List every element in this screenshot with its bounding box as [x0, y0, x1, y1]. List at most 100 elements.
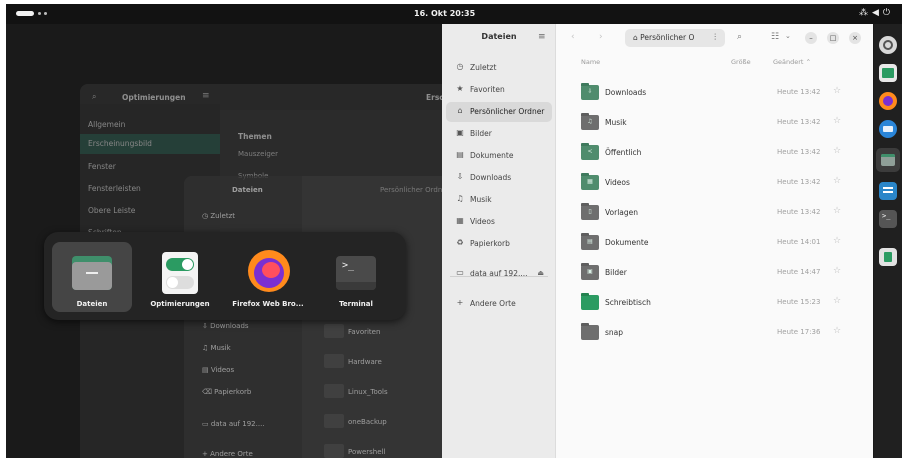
files-bg-nav[interactable]: + Andere Orte — [202, 450, 253, 458]
clock[interactable]: 16. Okt 20:35 — [414, 9, 475, 18]
sidebar-item-pictures[interactable]: ▣ Bilder — [446, 124, 552, 144]
templates-folder-icon: ▯ — [581, 203, 599, 220]
switcher-app-tweaks[interactable]: Optimierungen — [140, 242, 220, 312]
forward-button[interactable]: › — [599, 32, 603, 42]
plus-icon: + — [456, 298, 464, 307]
search-button[interactable]: ⌕ — [737, 32, 742, 42]
files-bg-nav[interactable]: ▭ data auf 192.... — [202, 420, 265, 428]
sort-ascending-icon: ⌃ — [805, 58, 812, 66]
back-button[interactable]: ‹ — [571, 32, 575, 42]
star-icon[interactable]: ☆ — [833, 146, 841, 156]
hamburger-menu-icon[interactable]: ≡ — [538, 32, 546, 42]
files-bg-nav[interactable]: ⇩ Downloads — [202, 322, 249, 330]
column-size[interactable]: Größe — [731, 58, 751, 66]
folder-icon — [324, 324, 344, 338]
star-icon[interactable]: ☆ — [833, 296, 841, 306]
trash-icon: ♻ — [456, 238, 464, 247]
switcher-app-terminal[interactable]: >_ Terminal — [316, 242, 396, 312]
path-bar[interactable]: ⌂ Persönlicher O ⋮ — [625, 29, 725, 47]
text-editor-icon[interactable] — [879, 182, 897, 200]
minimize-button[interactable]: – — [805, 32, 817, 44]
tweaks-section[interactable]: Fenster — [88, 162, 116, 171]
folder-icon — [324, 444, 344, 458]
files-bg-nav[interactable]: ▤ Videos — [202, 366, 234, 374]
switcher-app-files[interactable]: Dateien — [52, 242, 132, 312]
tweaks-section[interactable]: Fensterleisten — [88, 184, 141, 193]
file-row[interactable]: ▤ Dokumente Heute 14:01 ☆ — [557, 228, 873, 258]
view-grid-button[interactable]: ☷ — [771, 32, 779, 42]
sidebar-item-recent[interactable]: ◷ Zuletzt — [446, 58, 552, 78]
file-row[interactable]: ♫ Musik Heute 13:42 ☆ — [557, 108, 873, 138]
file-row[interactable]: ▦ Videos Heute 13:42 ☆ — [557, 168, 873, 198]
terminal-icon[interactable]: >_ — [879, 210, 897, 228]
sidebar-item-documents[interactable]: ▤ Dokumente — [446, 146, 552, 166]
public-folder-icon: < — [581, 143, 599, 160]
trash-icon: ⌫ — [202, 388, 215, 396]
sidebar-item-trash[interactable]: ♻ Papierkorb — [446, 234, 552, 254]
star-icon[interactable]: ☆ — [833, 326, 841, 336]
video-icon: ▦ — [456, 216, 464, 225]
tweaks-section-selected[interactable]: Erscheinungsbild — [80, 134, 220, 154]
sidebar-item-favorites[interactable]: ★ Favoriten — [446, 80, 552, 100]
files-bg-nav[interactable]: ◷ Zuletzt — [202, 212, 235, 220]
column-modified[interactable]: Geändert ⌃ — [773, 58, 811, 66]
sidebar-item-videos[interactable]: ▦ Videos — [446, 212, 552, 232]
network-drive-icon: ▭ — [202, 420, 211, 428]
download-icon: ⇩ — [456, 172, 464, 181]
ubuntu-settings-icon[interactable] — [879, 36, 897, 54]
desktop: 16. Okt 20:35 ⁂◀⏻ ⌕ Optimierungen ≡ Ersc… — [6, 4, 902, 458]
activities-indicator[interactable] — [16, 11, 52, 17]
view-options-button[interactable]: ⌄ — [785, 32, 791, 40]
file-row[interactable]: ▯ Vorlagen Heute 13:42 ☆ — [557, 198, 873, 228]
column-name[interactable]: Name — [581, 58, 600, 66]
bg-folder-label[interactable]: oneBackup — [348, 418, 387, 426]
files-bg-nav[interactable]: ♫ Musik — [202, 344, 231, 352]
star-icon[interactable]: ☆ — [833, 116, 841, 126]
file-row[interactable]: Schreibtisch Heute 15:23 ☆ — [557, 288, 873, 318]
file-row[interactable]: snap Heute 17:36 ☆ — [557, 318, 873, 348]
star-icon[interactable]: ☆ — [833, 236, 841, 246]
music-icon: ♫ — [456, 194, 464, 203]
menu-icon: ≡ — [202, 91, 210, 101]
files-alt-icon[interactable] — [879, 64, 897, 82]
bg-folder-label[interactable]: Powershell — [348, 448, 385, 456]
tweaks-content-heading: Themen — [238, 132, 272, 141]
desktop-folder-icon — [581, 293, 599, 310]
files-icon[interactable] — [876, 148, 900, 172]
system-tray[interactable]: ⁂◀⏻ — [859, 8, 894, 18]
star-icon[interactable]: ☆ — [833, 176, 841, 186]
file-row[interactable]: ⇩ Downloads Heute 13:42 ☆ — [557, 78, 873, 108]
thunderbird-icon[interactable] — [879, 120, 897, 138]
pictures-folder-icon: ▣ — [581, 263, 599, 280]
trash-icon[interactable] — [879, 248, 897, 266]
maximize-button[interactable]: □ — [827, 32, 839, 44]
sidebar-item-downloads[interactable]: ⇩ Downloads — [446, 168, 552, 188]
files-bg-breadcrumb: Persönlicher Ordner — [380, 186, 450, 194]
folder-icon — [324, 414, 344, 428]
bg-folder-label[interactable]: Favoriten — [348, 328, 380, 336]
file-row[interactable]: < Öffentlich Heute 13:42 ☆ — [557, 138, 873, 168]
firefox-icon[interactable] — [879, 92, 897, 110]
file-row[interactable]: ▣ Bilder Heute 14:47 ☆ — [557, 258, 873, 288]
eject-icon[interactable]: ⏏ — [537, 269, 544, 277]
star-icon[interactable]: ☆ — [833, 266, 841, 276]
switcher-app-firefox[interactable]: Firefox Web Bro... — [228, 242, 308, 312]
music-icon: ♫ — [202, 344, 211, 352]
close-button[interactable]: × — [849, 32, 861, 44]
files-icon — [68, 248, 116, 294]
star-icon[interactable]: ☆ — [833, 206, 841, 216]
bg-folder-label[interactable]: Linux_Tools — [348, 388, 388, 396]
sidebar-item-music[interactable]: ♫ Musik — [446, 190, 552, 210]
tweaks-section[interactable]: Allgemein — [88, 120, 125, 129]
star-icon[interactable]: ☆ — [833, 86, 841, 96]
sidebar-item-network-drive[interactable]: ▭ data auf 192.... ⏏ — [446, 264, 552, 284]
kebab-menu-icon[interactable]: ⋮ — [712, 32, 720, 41]
sidebar-item-other-places[interactable]: + Andere Orte — [446, 294, 552, 314]
folder-icon — [324, 354, 344, 368]
network-drive-icon: ▭ — [456, 268, 464, 277]
files-bg-nav[interactable]: ⌫ Papierkorb — [202, 388, 251, 396]
bg-folder-label[interactable]: Hardware — [348, 358, 382, 366]
plus-icon: + — [202, 450, 211, 458]
sidebar-item-home[interactable]: ⌂ Persönlicher Ordner — [446, 102, 552, 122]
tweaks-section[interactable]: Obere Leiste — [88, 206, 135, 215]
